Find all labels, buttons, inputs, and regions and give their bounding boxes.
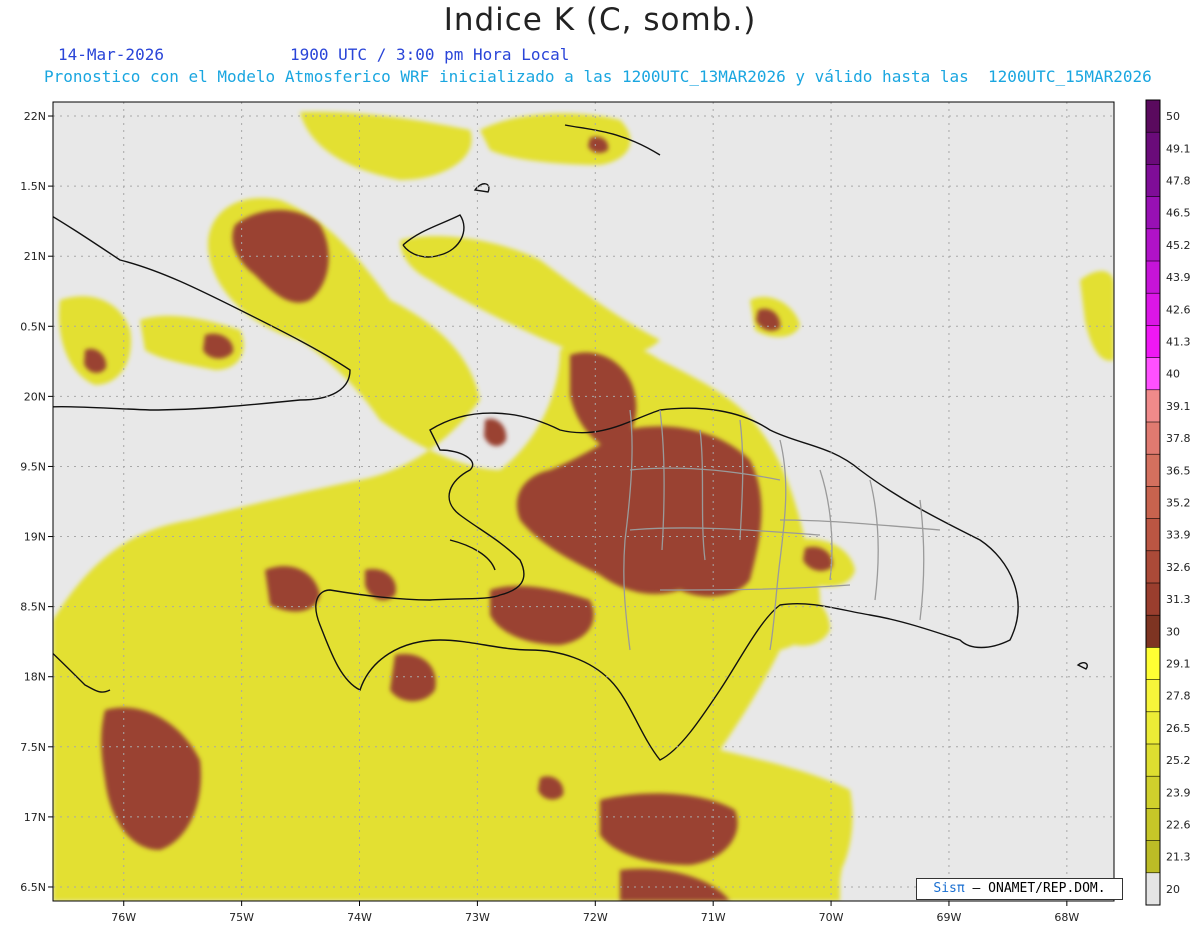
lon-tick-label: 74W xyxy=(347,911,372,924)
lon-tick-label: 68W xyxy=(1054,911,1079,924)
colorbar-swatch xyxy=(1146,164,1160,198)
colorbar-swatch xyxy=(1146,196,1160,230)
colorbar-label: 41.3 xyxy=(1166,336,1191,349)
lat-tick-label: 9.5N xyxy=(20,460,46,473)
lat-tick-label: 0.5N xyxy=(20,320,46,333)
lon-tick-label: 72W xyxy=(583,911,608,924)
colorbar-swatch xyxy=(1146,357,1160,391)
lon-tick-label: 69W xyxy=(937,911,962,924)
colorbar-label: 35.2 xyxy=(1166,497,1191,510)
colorbar-label: 20 xyxy=(1166,883,1180,896)
colorbar-swatch xyxy=(1146,100,1160,133)
lat-tick-label: 6.5N xyxy=(20,881,46,894)
colorbar-swatch xyxy=(1146,389,1160,423)
lon-tick-label: 71W xyxy=(701,911,726,924)
colorbar-label: 49.1 xyxy=(1166,142,1191,155)
colorbar-swatch xyxy=(1146,776,1160,809)
colorbar-swatch xyxy=(1146,293,1160,326)
lon-tick-label: 76W xyxy=(111,911,136,924)
credit-box: Sisπ – ONAMET/REP.DOM. xyxy=(916,878,1123,900)
colorbar-label: 23.9 xyxy=(1166,786,1191,799)
colorbar-swatch xyxy=(1146,615,1160,648)
colorbar-label: 46.5 xyxy=(1166,207,1191,220)
colorbar-swatch xyxy=(1146,518,1160,552)
colorbar-swatch xyxy=(1146,583,1160,616)
colorbar-swatch xyxy=(1146,872,1160,906)
colorbar-label: 40 xyxy=(1166,368,1180,381)
colorbar-swatch xyxy=(1146,711,1160,745)
lon-tick-label: 75W xyxy=(229,911,254,924)
sispi-logo: Sisπ xyxy=(933,881,965,896)
colorbar-label: 42.6 xyxy=(1166,303,1191,316)
colorbar-swatch xyxy=(1146,679,1160,713)
colorbar-swatch xyxy=(1146,486,1160,520)
colorbar-label: 32.6 xyxy=(1166,561,1191,574)
lon-tick-label: 70W xyxy=(819,911,844,924)
colorbar-swatch xyxy=(1146,647,1160,681)
lat-tick-label: 7.5N xyxy=(20,741,46,754)
colorbar-swatch xyxy=(1146,132,1160,165)
colorbar-label: 37.8 xyxy=(1166,432,1191,445)
colorbar-swatch xyxy=(1146,840,1160,874)
colorbar-label: 36.5 xyxy=(1166,464,1191,477)
lat-tick-label: 22N xyxy=(24,110,46,123)
colorbar-label: 30 xyxy=(1166,625,1180,638)
colorbar-swatch xyxy=(1146,422,1160,455)
lat-tick-label: 18N xyxy=(24,671,46,684)
lon-tick-label: 73W xyxy=(465,911,490,924)
colorbar-label: 50 xyxy=(1166,110,1180,123)
colorbar-label: 47.8 xyxy=(1166,175,1191,188)
colorbar-swatch xyxy=(1146,454,1160,487)
colorbar-label: 31.3 xyxy=(1166,593,1191,606)
colorbar-swatch xyxy=(1146,261,1160,294)
lat-tick-label: 20N xyxy=(24,390,46,403)
colorbar-swatch xyxy=(1146,744,1160,777)
colorbar-label: 21.3 xyxy=(1166,851,1191,864)
colorbar-swatch xyxy=(1146,228,1160,262)
lat-tick-label: 8.5N xyxy=(20,601,46,614)
longitude-axis: 76W 75W 74W 73W 72W 71W 70W 69W 68W xyxy=(111,901,1079,924)
colorbar-label: 45.2 xyxy=(1166,239,1191,252)
colorbar-label: 27.8 xyxy=(1166,690,1191,703)
credit-text: – ONAMET/REP.DOM. xyxy=(972,881,1106,896)
lat-tick-label: 17N xyxy=(24,811,46,824)
colorbar-label: 33.9 xyxy=(1166,529,1191,542)
latitude-axis: 6.5N 17N 7.5N 18N 8.5N 19N 9.5N 20N 0.5N 21N 1.5N 2… xyxy=(20,110,53,894)
colorbar-label: 43.9 xyxy=(1166,271,1191,284)
lat-tick-label: 19N xyxy=(24,531,46,544)
colorbar-label: 26.5 xyxy=(1166,722,1191,735)
colorbar-label: 22.6 xyxy=(1166,819,1191,832)
lat-tick-label: 1.5N xyxy=(20,180,46,193)
colorbar-label: 39.1 xyxy=(1166,400,1191,413)
lat-tick-label: 21N xyxy=(24,250,46,263)
colorbar-swatch xyxy=(1146,325,1160,359)
colorbar-label: 25.2 xyxy=(1166,754,1191,767)
colorbar-label: 29.1 xyxy=(1166,658,1191,671)
colorbar-swatch xyxy=(1146,808,1160,842)
k-index-map: 76W 75W 74W 73W 72W 71W 70W 69W 68W 6.5N 17N 7.5N 1… xyxy=(20,99,1191,924)
colorbar-swatch xyxy=(1146,550,1160,584)
colorbar: 50 49.1 47.8 46.5 45.2 43.9 42.6 41.3 40 39.1 37.8… xyxy=(1145,99,1191,906)
